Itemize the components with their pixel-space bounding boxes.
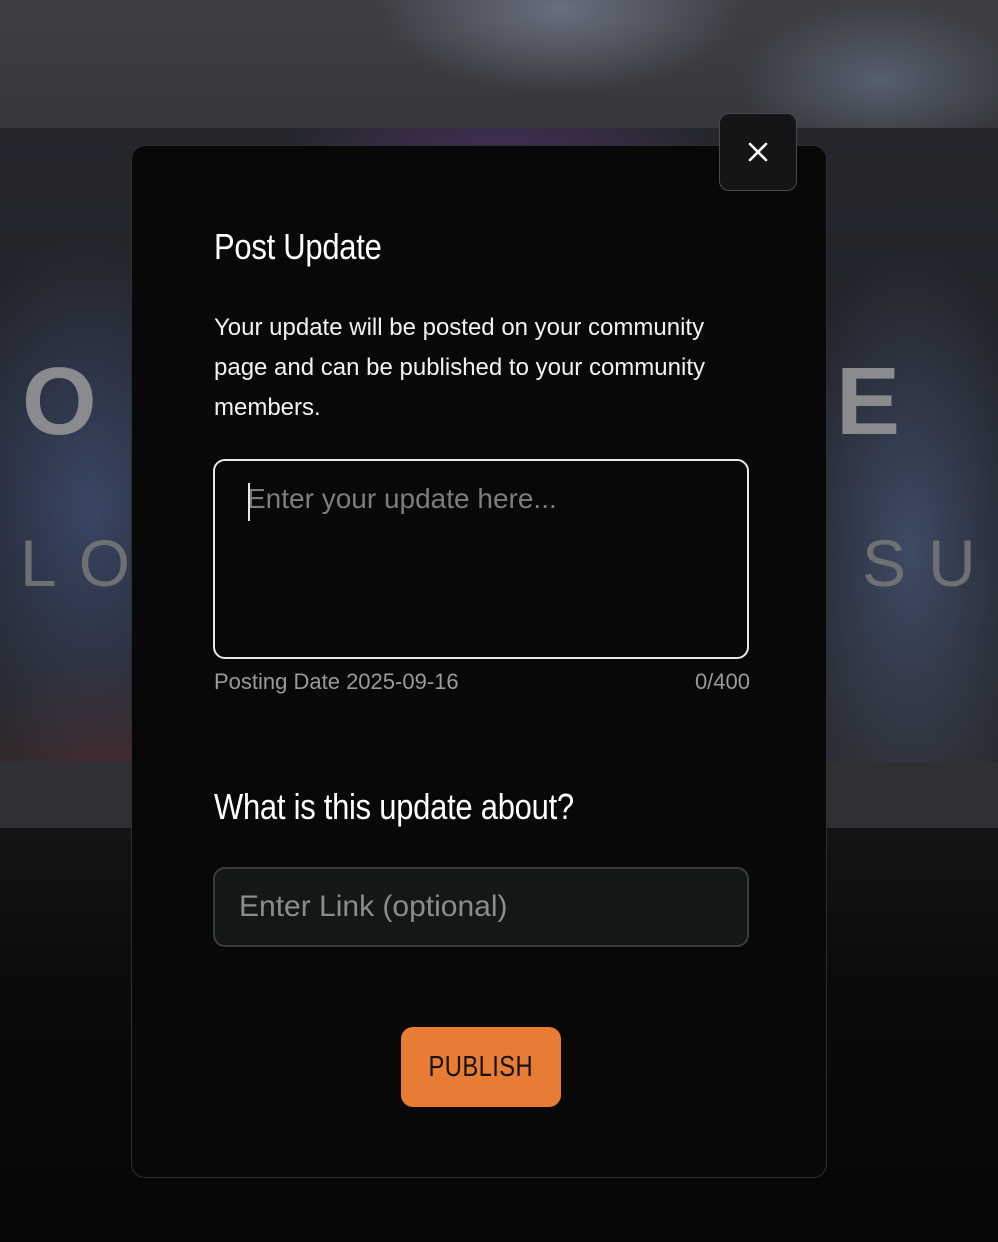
close-icon	[748, 142, 768, 162]
post-update-modal: Post Update Your update will be posted o…	[131, 145, 827, 1178]
hero-subtitle-fragment-right: SU	[862, 526, 998, 600]
character-counter: 0/400	[694, 669, 750, 694]
publish-button-label: PUBLISH	[428, 1050, 534, 1083]
publish-button[interactable]: PUBLISH	[401, 1027, 561, 1107]
update-textarea[interactable]	[215, 461, 747, 657]
background-header	[0, 0, 998, 128]
posting-date: Posting Date 2025-09-16	[214, 669, 459, 694]
update-textarea-container	[213, 459, 749, 659]
modal-description: Your update will be posted on your commu…	[214, 314, 705, 421]
hero-title-fragment-left: O	[22, 348, 101, 455]
modal-title: Post Update	[214, 226, 382, 267]
link-input[interactable]	[213, 867, 749, 947]
update-meta-row: Posting Date 2025-09-16 0/400	[214, 669, 750, 695]
hero-title-fragment-right: E	[836, 348, 905, 455]
topic-heading: What is this update about?	[214, 786, 574, 827]
close-button[interactable]	[719, 113, 797, 191]
text-caret	[248, 483, 250, 521]
